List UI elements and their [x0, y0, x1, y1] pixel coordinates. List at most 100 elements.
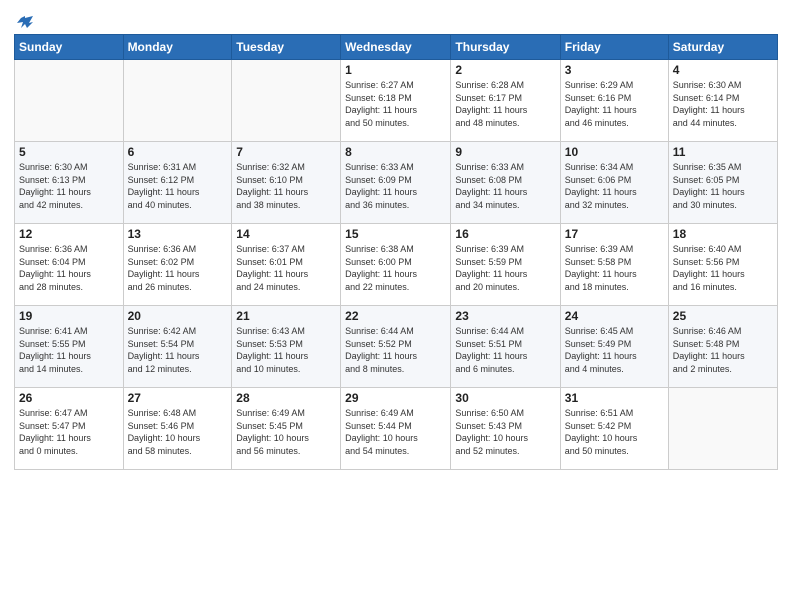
calendar-cell: 25 Sunrise: 6:46 AM Sunset: 5:48 PM Dayli… — [668, 306, 777, 388]
day-number: 12 — [19, 227, 119, 241]
day-number: 18 — [673, 227, 773, 241]
day-number: 9 — [455, 145, 555, 159]
calendar-cell: 11 Sunrise: 6:35 AM Sunset: 6:05 PM Dayli… — [668, 142, 777, 224]
day-info: Sunrise: 6:36 AM Sunset: 6:04 PM Dayligh… — [19, 243, 119, 293]
day-info: Sunrise: 6:49 AM Sunset: 5:45 PM Dayligh… — [236, 407, 336, 457]
calendar-cell: 1Sunrise: 6:27 AM Sunset: 6:18 PM Daylig… — [341, 60, 451, 142]
day-info: Sunrise: 6:36 AM Sunset: 6:02 PM Dayligh… — [128, 243, 228, 293]
day-info: Sunrise: 6:42 AM Sunset: 5:54 PM Dayligh… — [128, 325, 228, 375]
day-info: Sunrise: 6:43 AM Sunset: 5:53 PM Dayligh… — [236, 325, 336, 375]
calendar-cell: 20 Sunrise: 6:42 AM Sunset: 5:54 PM Dayli… — [123, 306, 232, 388]
calendar-cell: 5 Sunrise: 6:30 AM Sunset: 6:13 PM Daylig… — [15, 142, 124, 224]
calendar-cell: 9 Sunrise: 6:33 AM Sunset: 6:08 PM Daylig… — [451, 142, 560, 224]
calendar-cell — [123, 60, 232, 142]
day-info: Sunrise: 6:48 AM Sunset: 5:46 PM Dayligh… — [128, 407, 228, 457]
day-info: Sunrise: 6:39 AM Sunset: 5:59 PM Dayligh… — [455, 243, 555, 293]
calendar-cell: 18 Sunrise: 6:40 AM Sunset: 5:56 PM Dayli… — [668, 224, 777, 306]
calendar-cell: 12 Sunrise: 6:36 AM Sunset: 6:04 PM Dayli… — [15, 224, 124, 306]
day-info: Sunrise: 6:32 AM Sunset: 6:10 PM Dayligh… — [236, 161, 336, 211]
day-info: Sunrise: 6:37 AM Sunset: 6:01 PM Dayligh… — [236, 243, 336, 293]
day-number: 28 — [236, 391, 336, 405]
col-header-saturday: Saturday — [668, 35, 777, 60]
day-info: Sunrise: 6:40 AM Sunset: 5:56 PM Dayligh… — [673, 243, 773, 293]
day-number: 19 — [19, 309, 119, 323]
calendar-cell: 2 Sunrise: 6:28 AM Sunset: 6:17 PM Daylig… — [451, 60, 560, 142]
day-number: 30 — [455, 391, 555, 405]
day-info: Sunrise: 6:46 AM Sunset: 5:48 PM Dayligh… — [673, 325, 773, 375]
day-number: 14 — [236, 227, 336, 241]
calendar-cell: 15 Sunrise: 6:38 AM Sunset: 6:00 PM Dayli… — [341, 224, 451, 306]
day-info: Sunrise: 6:28 AM Sunset: 6:17 PM Dayligh… — [455, 79, 555, 129]
calendar-cell: 21 Sunrise: 6:43 AM Sunset: 5:53 PM Dayli… — [232, 306, 341, 388]
calendar-cell: 19Sunrise: 6:41 AM Sunset: 5:55 PM Dayli… — [15, 306, 124, 388]
calendar-cell: 13Sunrise: 6:36 AM Sunset: 6:02 PM Dayli… — [123, 224, 232, 306]
day-number: 11 — [673, 145, 773, 159]
calendar-cell: 14 Sunrise: 6:37 AM Sunset: 6:01 PM Dayli… — [232, 224, 341, 306]
day-number: 26 — [19, 391, 119, 405]
header — [14, 10, 778, 28]
day-number: 20 — [128, 309, 228, 323]
calendar-cell: 8Sunrise: 6:33 AM Sunset: 6:09 PM Daylig… — [341, 142, 451, 224]
calendar-cell — [15, 60, 124, 142]
calendar-week-row: 5 Sunrise: 6:30 AM Sunset: 6:13 PM Daylig… — [15, 142, 778, 224]
calendar-cell: 4Sunrise: 6:30 AM Sunset: 6:14 PM Daylig… — [668, 60, 777, 142]
col-header-sunday: Sunday — [15, 35, 124, 60]
calendar-cell: 10 Sunrise: 6:34 AM Sunset: 6:06 PM Dayli… — [560, 142, 668, 224]
calendar-week-row: 19Sunrise: 6:41 AM Sunset: 5:55 PM Dayli… — [15, 306, 778, 388]
day-info: Sunrise: 6:39 AM Sunset: 5:58 PM Dayligh… — [565, 243, 664, 293]
logo-bird-icon — [15, 14, 33, 32]
calendar-cell: 30 Sunrise: 6:50 AM Sunset: 5:43 PM Dayli… — [451, 388, 560, 470]
day-info: Sunrise: 6:47 AM Sunset: 5:47 PM Dayligh… — [19, 407, 119, 457]
day-info: Sunrise: 6:50 AM Sunset: 5:43 PM Dayligh… — [455, 407, 555, 457]
calendar-table: SundayMondayTuesdayWednesdayThursdayFrid… — [14, 34, 778, 470]
logo — [14, 14, 33, 28]
calendar-cell — [232, 60, 341, 142]
calendar-cell — [668, 388, 777, 470]
day-info: Sunrise: 6:51 AM Sunset: 5:42 PM Dayligh… — [565, 407, 664, 457]
day-number: 25 — [673, 309, 773, 323]
col-header-wednesday: Wednesday — [341, 35, 451, 60]
calendar-header-row: SundayMondayTuesdayWednesdayThursdayFrid… — [15, 35, 778, 60]
day-info: Sunrise: 6:38 AM Sunset: 6:00 PM Dayligh… — [345, 243, 446, 293]
day-info: Sunrise: 6:35 AM Sunset: 6:05 PM Dayligh… — [673, 161, 773, 211]
calendar-cell: 27 Sunrise: 6:48 AM Sunset: 5:46 PM Dayli… — [123, 388, 232, 470]
day-number: 15 — [345, 227, 446, 241]
calendar-cell: 22 Sunrise: 6:44 AM Sunset: 5:52 PM Dayli… — [341, 306, 451, 388]
col-header-monday: Monday — [123, 35, 232, 60]
day-number: 7 — [236, 145, 336, 159]
col-header-friday: Friday — [560, 35, 668, 60]
calendar-cell: 31 Sunrise: 6:51 AM Sunset: 5:42 PM Dayli… — [560, 388, 668, 470]
calendar-cell: 17Sunrise: 6:39 AM Sunset: 5:58 PM Dayli… — [560, 224, 668, 306]
calendar-cell: 16 Sunrise: 6:39 AM Sunset: 5:59 PM Dayli… — [451, 224, 560, 306]
day-info: Sunrise: 6:33 AM Sunset: 6:09 PM Dayligh… — [345, 161, 446, 211]
day-info: Sunrise: 6:33 AM Sunset: 6:08 PM Dayligh… — [455, 161, 555, 211]
calendar-cell: 6 Sunrise: 6:31 AM Sunset: 6:12 PM Daylig… — [123, 142, 232, 224]
day-number: 21 — [236, 309, 336, 323]
day-number: 10 — [565, 145, 664, 159]
day-number: 29 — [345, 391, 446, 405]
day-info: Sunrise: 6:45 AM Sunset: 5:49 PM Dayligh… — [565, 325, 664, 375]
calendar-week-row: 1Sunrise: 6:27 AM Sunset: 6:18 PM Daylig… — [15, 60, 778, 142]
calendar-cell: 26 Sunrise: 6:47 AM Sunset: 5:47 PM Dayli… — [15, 388, 124, 470]
day-number: 5 — [19, 145, 119, 159]
day-info: Sunrise: 6:29 AM Sunset: 6:16 PM Dayligh… — [565, 79, 664, 129]
day-number: 3 — [565, 63, 664, 77]
day-info: Sunrise: 6:31 AM Sunset: 6:12 PM Dayligh… — [128, 161, 228, 211]
day-number: 16 — [455, 227, 555, 241]
day-info: Sunrise: 6:49 AM Sunset: 5:44 PM Dayligh… — [345, 407, 446, 457]
day-number: 2 — [455, 63, 555, 77]
day-number: 23 — [455, 309, 555, 323]
day-number: 22 — [345, 309, 446, 323]
calendar-week-row: 26 Sunrise: 6:47 AM Sunset: 5:47 PM Dayli… — [15, 388, 778, 470]
day-info: Sunrise: 6:30 AM Sunset: 6:13 PM Dayligh… — [19, 161, 119, 211]
col-header-tuesday: Tuesday — [232, 35, 341, 60]
day-number: 27 — [128, 391, 228, 405]
day-number: 31 — [565, 391, 664, 405]
day-info: Sunrise: 6:34 AM Sunset: 6:06 PM Dayligh… — [565, 161, 664, 211]
day-info: Sunrise: 6:44 AM Sunset: 5:52 PM Dayligh… — [345, 325, 446, 375]
day-number: 6 — [128, 145, 228, 159]
calendar-cell: 29 Sunrise: 6:49 AM Sunset: 5:44 PM Dayli… — [341, 388, 451, 470]
day-number: 1 — [345, 63, 446, 77]
day-info: Sunrise: 6:44 AM Sunset: 5:51 PM Dayligh… — [455, 325, 555, 375]
day-info: Sunrise: 6:30 AM Sunset: 6:14 PM Dayligh… — [673, 79, 773, 129]
